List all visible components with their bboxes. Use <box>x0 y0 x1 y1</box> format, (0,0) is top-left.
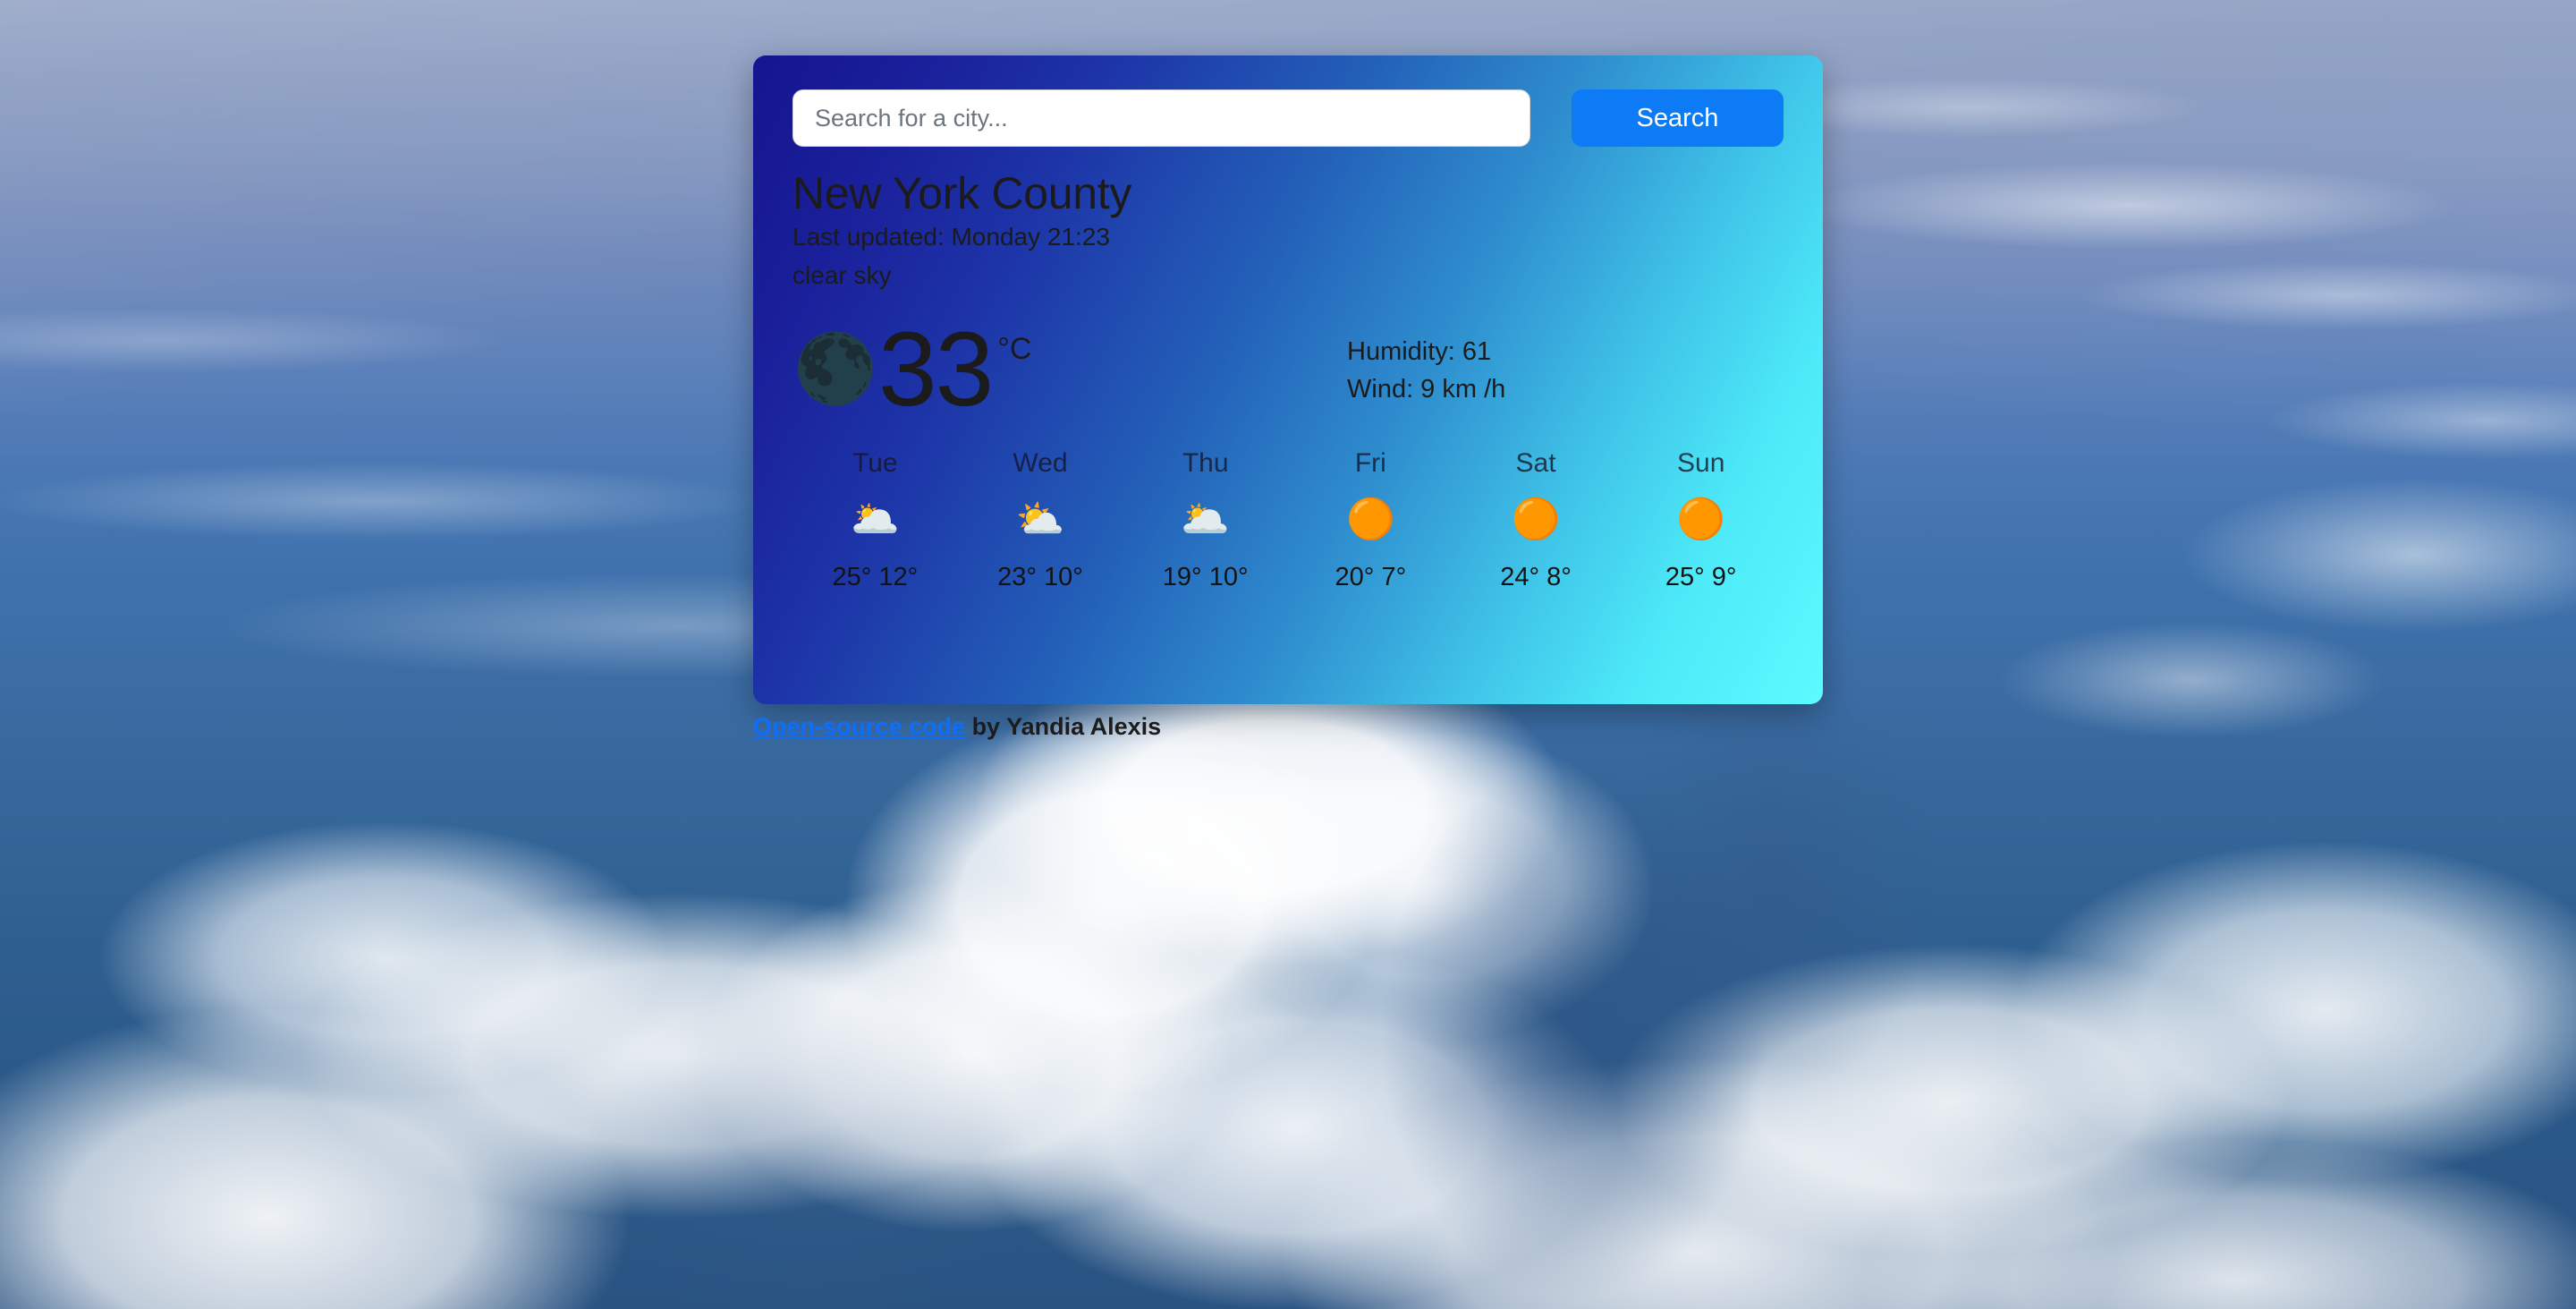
forecast-day-temps: 20° 7° <box>1335 563 1407 592</box>
cloud-icon: 🌥️ <box>1181 497 1231 542</box>
forecast-day: Sun 🟠 25° 9° <box>1618 450 1784 591</box>
current-details: Humidity: 61 Wind: 9 km /h <box>1347 321 1505 409</box>
current-primary: 🌑 33 °C <box>792 310 1347 429</box>
footer: Open-source code by Yandia Alexis <box>753 713 1161 741</box>
forecast-day-name: Sun <box>1677 448 1725 479</box>
sun-icon: 🟠 <box>1511 497 1561 542</box>
forecast-day-temps: 24° 8° <box>1500 563 1572 592</box>
forecast-day-temps: 23° 10° <box>997 563 1083 592</box>
weather-card: Search New York County Last updated: Mon… <box>753 55 1823 704</box>
forecast-day-name: Wed <box>1013 448 1068 479</box>
forecast-row: Tue 🌥️ 25° 12° Wed ⛅ 23° 10° Thu 🌥️ 19° … <box>792 450 1784 591</box>
sun-icon: 🟠 <box>1345 497 1395 542</box>
open-source-code-link[interactable]: Open-source code <box>753 713 965 740</box>
forecast-day-name: Sat <box>1515 448 1556 479</box>
sun-behind-cloud-icon: ⛅ <box>1015 497 1065 542</box>
forecast-day-temps: 25° 12° <box>832 563 919 592</box>
forecast-day: Sat 🟠 24° 8° <box>1453 450 1619 591</box>
humidity-value: Humidity: 61 <box>1347 336 1492 366</box>
forecast-day: Fri 🟠 20° 7° <box>1288 450 1453 591</box>
forecast-day-name: Tue <box>852 448 898 479</box>
temperature-unit: °C <box>997 331 1032 366</box>
forecast-day-temps: 19° 10° <box>1162 563 1249 592</box>
forecast-day-temps: 25° 9° <box>1665 563 1737 592</box>
city-name: New York County <box>792 168 1132 218</box>
footer-credit: by Yandia Alexis <box>965 713 1162 740</box>
forecast-day: Wed ⛅ 23° 10° <box>958 450 1123 591</box>
new-moon-icon: 🌑 <box>792 331 878 408</box>
last-updated-text: Last updated: Monday 21:23 <box>792 223 1110 251</box>
current-temperature: 33 <box>878 310 994 429</box>
search-row: Search <box>792 89 1784 147</box>
forecast-day: Thu 🌥️ 19° 10° <box>1123 450 1288 591</box>
location-block: New York County Last updated: Monday 21:… <box>792 171 1784 293</box>
weather-description: clear sky <box>792 260 892 289</box>
search-button[interactable]: Search <box>1572 89 1784 147</box>
current-conditions: 🌑 33 °C Humidity: 61 Wind: 9 km /h <box>792 310 1784 429</box>
forecast-day-name: Thu <box>1182 448 1229 479</box>
sun-icon: 🟠 <box>1676 497 1726 542</box>
forecast-day: Tue 🌥️ 25° 12° <box>792 450 958 591</box>
wind-value: Wind: 9 km /h <box>1347 374 1506 404</box>
cloud-icon: 🌥️ <box>850 497 900 542</box>
search-input[interactable] <box>792 89 1530 147</box>
forecast-day-name: Fri <box>1354 448 1386 479</box>
